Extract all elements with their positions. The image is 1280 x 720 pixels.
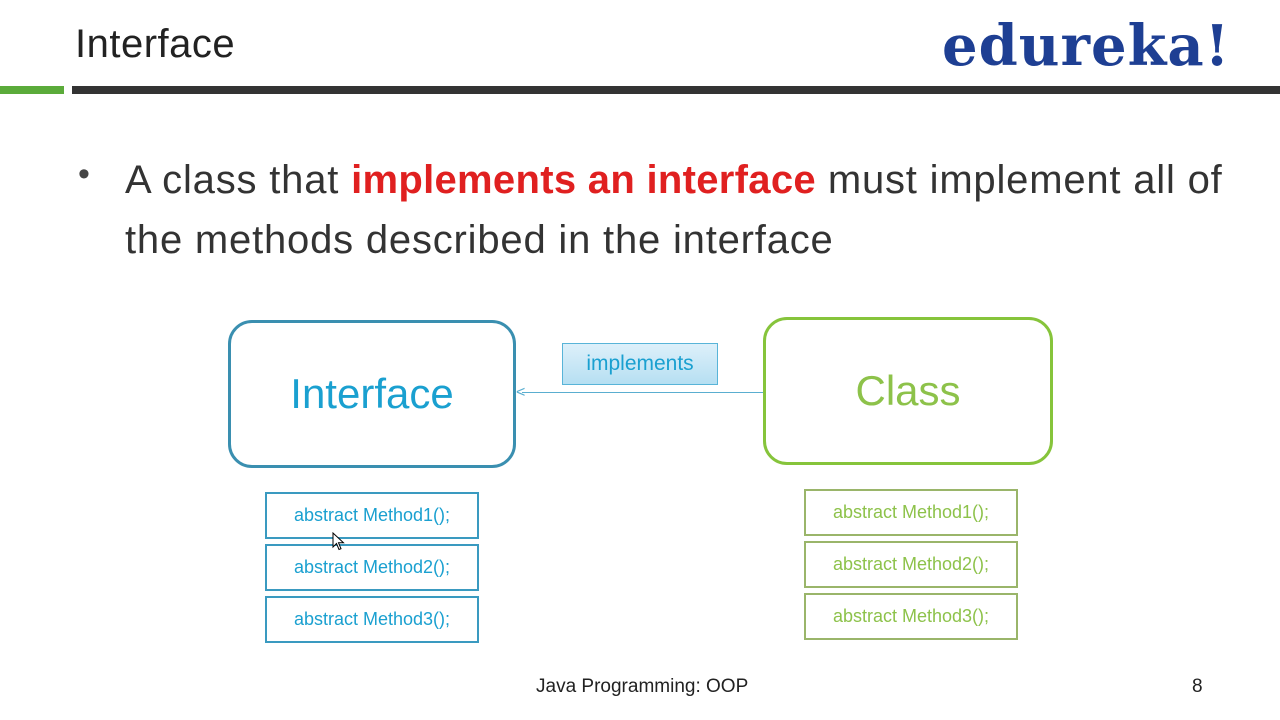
implements-label: implements [562, 343, 718, 385]
slide-title: Interface [75, 22, 236, 66]
class-method-3: abstract Method3(); [804, 593, 1018, 640]
interface-method-2: abstract Method2(); [265, 544, 479, 591]
mouse-cursor-icon [332, 532, 345, 551]
header-accent-bar [0, 86, 64, 94]
implements-arrow-line [522, 392, 763, 393]
interface-method-3: abstract Method3(); [265, 596, 479, 643]
bullet-highlight: implements an interface [351, 158, 816, 202]
edureka-logo: edureka! [942, 13, 1231, 79]
interface-method-1: abstract Method1(); [265, 492, 479, 539]
header-divider-bar [72, 86, 1280, 94]
arrow-head-icon: < [516, 384, 526, 401]
class-box: Class [763, 317, 1053, 465]
footer-caption: Java Programming: OOP [536, 676, 749, 697]
bullet-text: A class that implements an interface mus… [125, 150, 1245, 270]
bullet-text-before: A class that [125, 158, 352, 202]
class-method-1: abstract Method1(); [804, 489, 1018, 536]
class-method-2: abstract Method2(); [804, 541, 1018, 588]
bullet-icon: • [78, 155, 90, 193]
interface-box: Interface [228, 320, 516, 468]
page-number: 8 [1192, 676, 1203, 697]
